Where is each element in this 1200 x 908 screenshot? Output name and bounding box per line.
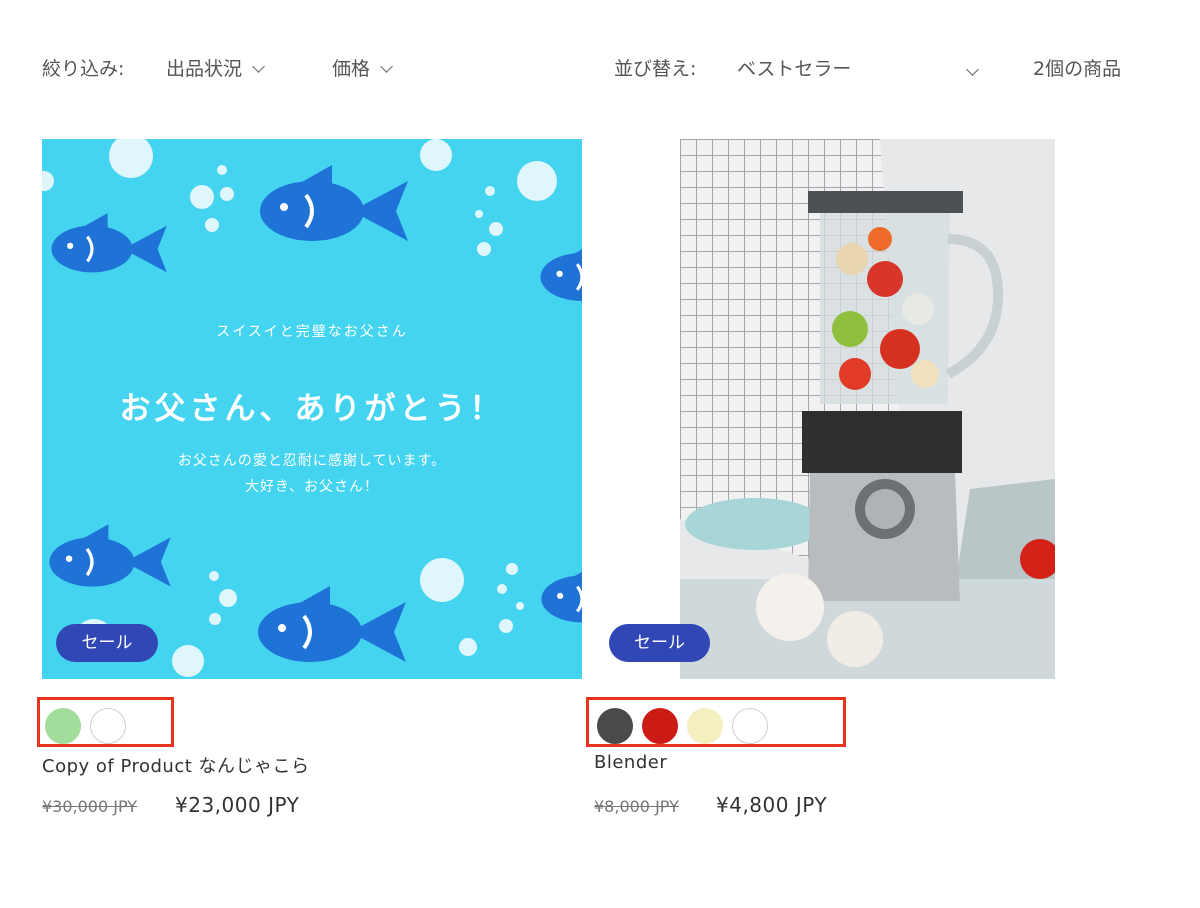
blender-photo bbox=[680, 139, 1055, 679]
poster-body-line2: 大好き、お父さん！ bbox=[244, 479, 380, 495]
product-image-2[interactable] bbox=[680, 139, 1055, 679]
product-title[interactable]: Copy of Product なんじゃこら bbox=[42, 752, 310, 778]
sale-price: ¥4,800 JPY bbox=[716, 793, 828, 817]
sale-badge: セール bbox=[56, 624, 158, 662]
product-count: 2個の商品 bbox=[1033, 58, 1122, 80]
sort-label: 並び替え: bbox=[614, 58, 697, 80]
color-swatch[interactable] bbox=[687, 708, 723, 744]
filter-label: 絞り込み: bbox=[42, 58, 125, 80]
chevron-down-icon bbox=[966, 63, 979, 76]
sale-price: ¥23,000 JPY bbox=[175, 793, 300, 817]
filter-price-label: 価格 bbox=[332, 58, 371, 80]
chevron-down-icon bbox=[252, 60, 265, 73]
facet-toolbar: 絞り込み: 出品状況 価格 並び替え: ベストセラー 2個の商品 bbox=[0, 54, 1200, 84]
product-image-1[interactable]: スイスイと完璧なお父さん お父さん、ありがとう！ お父さんの愛と忍耐に感謝してい… bbox=[42, 139, 582, 679]
sale-badge: セール bbox=[609, 624, 710, 662]
poster-headline: お父さん、ありがとう！ bbox=[119, 391, 505, 427]
color-swatch[interactable] bbox=[45, 708, 81, 744]
color-swatch[interactable] bbox=[732, 708, 768, 744]
filter-price-dropdown[interactable]: 価格 bbox=[332, 54, 393, 84]
regular-price: ¥8,000 JPY bbox=[594, 797, 679, 816]
chevron-down-icon bbox=[380, 60, 393, 73]
regular-price: ¥30,000 JPY bbox=[42, 797, 138, 816]
poster-body-line1: お父さんの愛と忍耐に感謝しています。 bbox=[177, 453, 447, 469]
sort-select-value: ベストセラー bbox=[737, 58, 852, 80]
product-title[interactable]: Blender bbox=[594, 752, 667, 773]
color-swatch[interactable] bbox=[90, 708, 126, 744]
filter-availability-label: 出品状況 bbox=[166, 58, 243, 80]
color-swatch[interactable] bbox=[597, 708, 633, 744]
poster-subtitle: スイスイと完璧なお父さん bbox=[216, 324, 408, 340]
filter-availability-dropdown[interactable]: 出品状況 bbox=[166, 54, 265, 84]
sort-select[interactable]: ベストセラー bbox=[737, 54, 981, 84]
color-swatch[interactable] bbox=[642, 708, 678, 744]
